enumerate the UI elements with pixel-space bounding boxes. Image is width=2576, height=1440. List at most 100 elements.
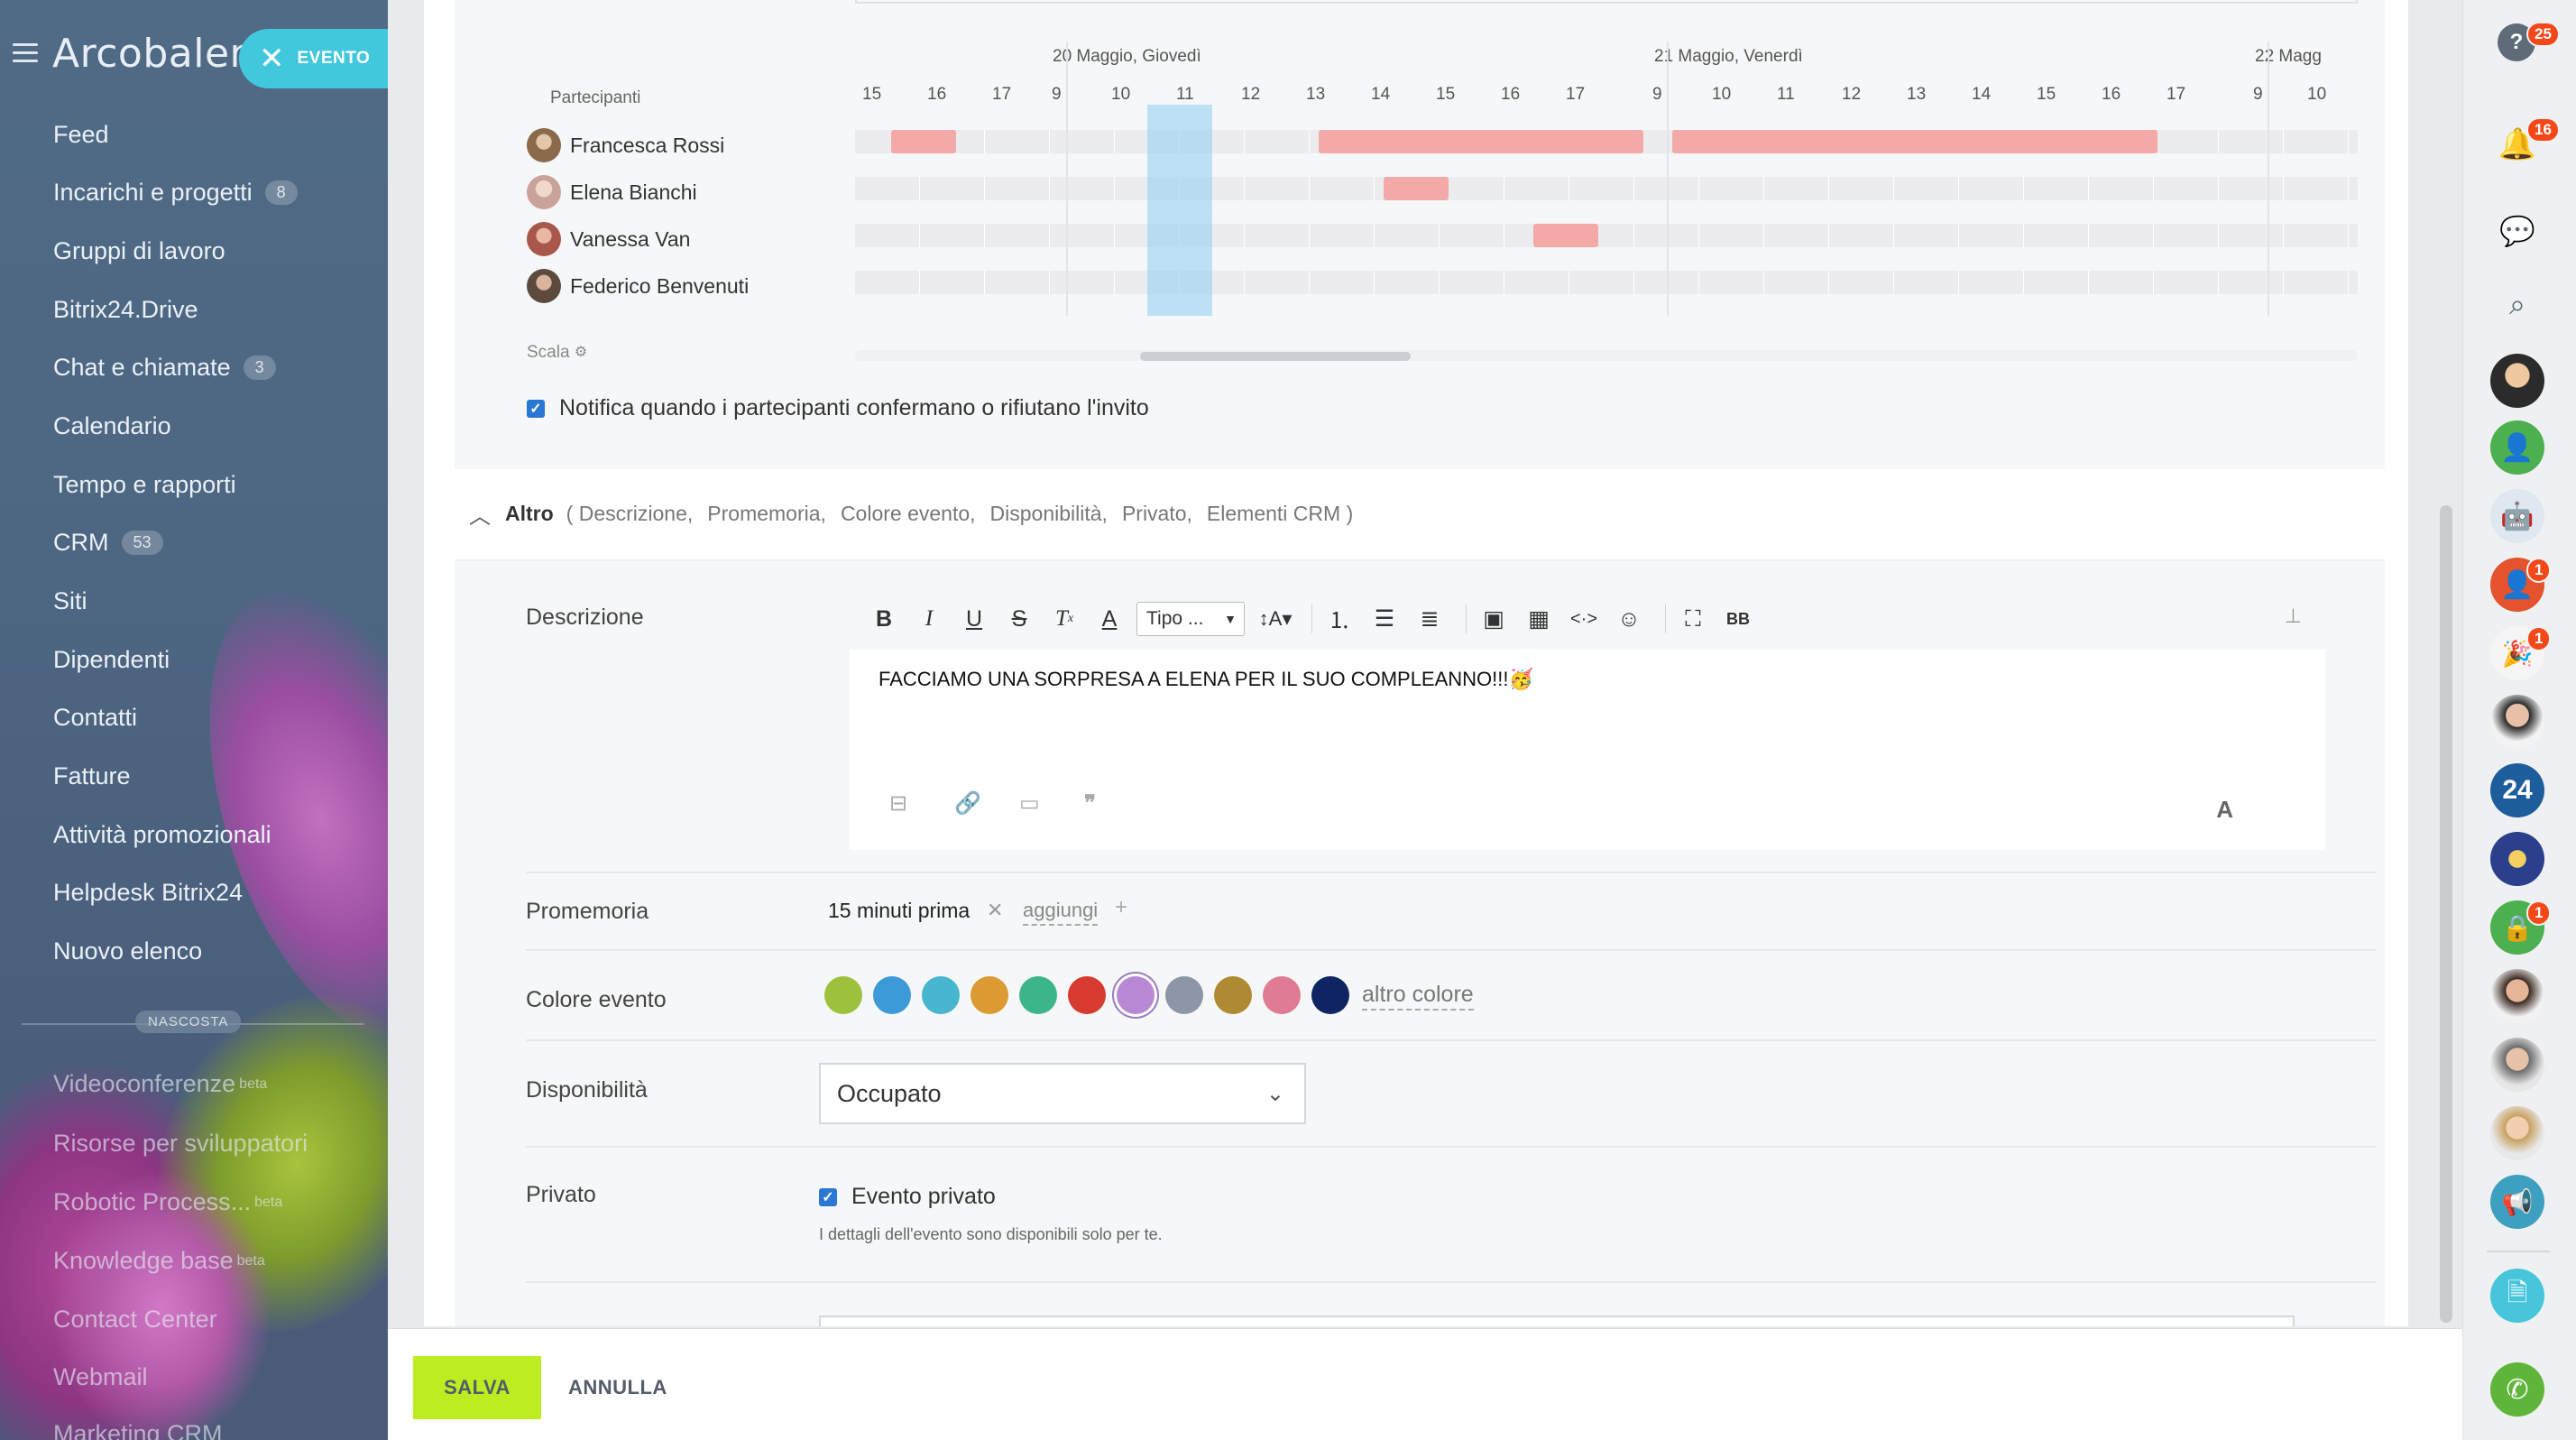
strikethrough-button[interactable]: S bbox=[1001, 601, 1037, 637]
video-icon[interactable]: ▭ bbox=[1019, 790, 1040, 817]
remove-reminder-icon[interactable]: ✕ bbox=[987, 899, 1003, 922]
avatar[interactable] bbox=[2490, 969, 2544, 1023]
planner-scrollbar[interactable] bbox=[855, 350, 2358, 361]
table-icon[interactable]: ▦ bbox=[1521, 601, 1557, 637]
file-upload-icon[interactable]: ⊟ bbox=[889, 790, 907, 817]
sidebar-item-promotions[interactable]: Attività promozionali bbox=[53, 821, 271, 849]
altro-link[interactable]: Colore evento, bbox=[841, 502, 976, 526]
sidebar-item-sites[interactable]: Siti bbox=[53, 587, 87, 615]
sidebar-item-workgroups[interactable]: Gruppi di lavoro bbox=[53, 237, 225, 265]
sidebar-item-helpdesk[interactable]: Helpdesk Bitrix24 bbox=[53, 879, 243, 907]
bot-icon[interactable]: 🤖 bbox=[2490, 489, 2544, 543]
hamburger-menu-icon[interactable] bbox=[13, 43, 38, 63]
altro-link[interactable]: Elementi CRM ) bbox=[1207, 502, 1353, 526]
sidebar-item-rpa[interactable]: Robotic Process... beta bbox=[53, 1188, 282, 1216]
sidebar-item-knowledge-base[interactable]: Knowledge base beta bbox=[53, 1247, 265, 1275]
participant-row[interactable]: Vanessa Van bbox=[527, 222, 690, 256]
user-icon[interactable]: 👤 bbox=[2490, 420, 2544, 475]
color-swatch[interactable] bbox=[1263, 976, 1301, 1014]
sidebar-item-calendar[interactable]: Calendario bbox=[53, 412, 171, 440]
altro-link[interactable]: Privato, bbox=[1122, 502, 1192, 526]
sidebar-item-chat[interactable]: Chat e chiamate 3 bbox=[53, 354, 276, 382]
altro-link[interactable]: Promemoria, bbox=[707, 502, 826, 526]
text-color-button[interactable]: A bbox=[1091, 601, 1127, 637]
description-text[interactable]: FACCIAMO UNA SORPRESA A ELENA PER IL SUO… bbox=[879, 668, 1533, 691]
code-icon[interactable]: <·> bbox=[1566, 601, 1602, 637]
italic-button[interactable]: I bbox=[911, 601, 947, 637]
color-swatch-selected[interactable] bbox=[1117, 976, 1155, 1014]
altro-section-header[interactable]: ︿ Altro ( Descrizione, Promemoria, Color… bbox=[469, 498, 1367, 530]
bbcode-icon[interactable]: BB bbox=[1720, 601, 1756, 637]
avatar[interactable] bbox=[2490, 354, 2544, 408]
other-color-link[interactable]: altro colore bbox=[1362, 982, 1474, 1011]
participant-row[interactable]: Francesca Rossi bbox=[527, 128, 724, 162]
bold-button[interactable]: B bbox=[866, 601, 902, 637]
avatar[interactable] bbox=[2490, 1038, 2544, 1092]
color-swatch[interactable] bbox=[1019, 976, 1057, 1014]
image-icon[interactable]: ▣ bbox=[1476, 601, 1512, 637]
gear-icon[interactable]: ⚙ bbox=[575, 345, 587, 360]
portal-brand[interactable]: Arcobalen bbox=[52, 31, 255, 77]
color-swatch[interactable] bbox=[1214, 976, 1252, 1014]
save-button[interactable]: SALVA bbox=[413, 1356, 541, 1419]
color-swatch[interactable] bbox=[922, 976, 960, 1014]
sidebar-item-invoices[interactable]: Fatture bbox=[53, 762, 131, 790]
sidebar-item-videoconf[interactable]: Videoconferenze beta bbox=[53, 1070, 267, 1098]
color-swatch[interactable] bbox=[873, 976, 911, 1014]
pin-icon[interactable]: ⊥ bbox=[2285, 605, 2302, 628]
sidebar-item-employees[interactable]: Dipendenti bbox=[53, 646, 170, 674]
color-swatch[interactable] bbox=[824, 976, 862, 1014]
phone-icon[interactable]: ✆ bbox=[2490, 1362, 2544, 1417]
hidden-section-label[interactable]: NASCOSTA bbox=[135, 1011, 242, 1033]
altro-link[interactable]: Disponibilità, bbox=[990, 502, 1108, 526]
private-checkbox[interactable]: ✓ bbox=[819, 1187, 837, 1206]
plus-icon[interactable]: + bbox=[1115, 895, 1127, 920]
quote-icon[interactable]: ❞ bbox=[1084, 790, 1096, 817]
sidebar-item-dev-resources[interactable]: Risorse per sviluppatori bbox=[53, 1130, 308, 1158]
sidebar-item-marketing[interactable]: Marketing CRM bbox=[53, 1420, 223, 1440]
notify-checkbox[interactable]: ✓ bbox=[527, 399, 545, 418]
color-swatch[interactable] bbox=[1311, 976, 1349, 1014]
sidebar-item-contact-center[interactable]: Contact Center bbox=[53, 1306, 217, 1334]
underline-button[interactable]: U bbox=[956, 601, 992, 637]
avatar[interactable] bbox=[2490, 1106, 2544, 1160]
planner-scroll-thumb[interactable] bbox=[1140, 352, 1411, 361]
clear-format-button[interactable]: Tx bbox=[1046, 601, 1082, 637]
format-toggle-icon[interactable]: A bbox=[2216, 796, 2233, 824]
color-swatch[interactable] bbox=[1068, 976, 1106, 1014]
search-icon[interactable]: ⌕ bbox=[2490, 278, 2544, 332]
ordered-list-icon[interactable]: ⒈ bbox=[1321, 601, 1357, 637]
participant-row[interactable]: Elena Bianchi bbox=[527, 175, 697, 209]
availability-grid[interactable] bbox=[855, 42, 2358, 316]
private-checkbox-row[interactable]: ✓ Evento privato bbox=[819, 1184, 996, 1210]
sidebar-item-drive[interactable]: Bitrix24.Drive bbox=[53, 296, 198, 324]
cancel-button[interactable]: ANNULLA bbox=[568, 1356, 667, 1419]
participant-row[interactable]: Federico Benvenuti bbox=[527, 269, 749, 303]
sidebar-item-tasks[interactable]: Incarichi e progetti 8 bbox=[53, 179, 298, 207]
align-icon[interactable]: ≣ bbox=[1412, 601, 1448, 637]
description-editor[interactable]: B I U S Tx A Tipo ... ▼ ↕A▾ ⒈ ☰ ≣ ▣ ▦ <·>… bbox=[850, 588, 2325, 850]
sidebar-item-time[interactable]: Tempo e rapporti bbox=[53, 471, 236, 499]
scale-control[interactable]: Scala ⚙ bbox=[527, 343, 587, 363]
b24-icon[interactable]: 24 bbox=[2490, 763, 2544, 817]
sidebar-item-new-list[interactable]: Nuovo elenco bbox=[53, 937, 202, 965]
altro-link[interactable]: ( Descrizione, bbox=[566, 502, 694, 526]
avatar[interactable] bbox=[2490, 695, 2544, 749]
document-icon[interactable]: 🗎 bbox=[2490, 1269, 2544, 1323]
megaphone-icon[interactable]: 📢 bbox=[2490, 1175, 2544, 1229]
color-swatch[interactable] bbox=[1165, 976, 1203, 1014]
bullet-list-icon[interactable]: ☰ bbox=[1366, 601, 1403, 637]
notify-checkbox-row[interactable]: ✓ Notifica quando i partecipanti conferm… bbox=[527, 395, 1149, 421]
selected-time-slot[interactable] bbox=[1147, 105, 1212, 316]
fullscreen-icon[interactable]: ⛶ bbox=[1675, 601, 1711, 637]
emoji-icon[interactable]: ☺ bbox=[1611, 601, 1647, 637]
sidebar-item-feed[interactable]: Feed bbox=[53, 121, 109, 149]
link-icon[interactable]: 🔗 bbox=[954, 790, 981, 817]
sidebar-item-webmail[interactable]: Webmail bbox=[53, 1363, 148, 1391]
sidebar-item-contacts[interactable]: Contatti bbox=[53, 704, 137, 732]
sidebar-item-crm[interactable]: CRM 53 bbox=[53, 529, 163, 557]
font-type-select[interactable]: Tipo ... ▼ bbox=[1136, 602, 1245, 636]
close-event-button[interactable]: ✕ EVENTO bbox=[239, 29, 388, 88]
add-reminder-link[interactable]: aggiungi bbox=[1023, 899, 1099, 926]
group-avatar[interactable] bbox=[2490, 832, 2544, 886]
